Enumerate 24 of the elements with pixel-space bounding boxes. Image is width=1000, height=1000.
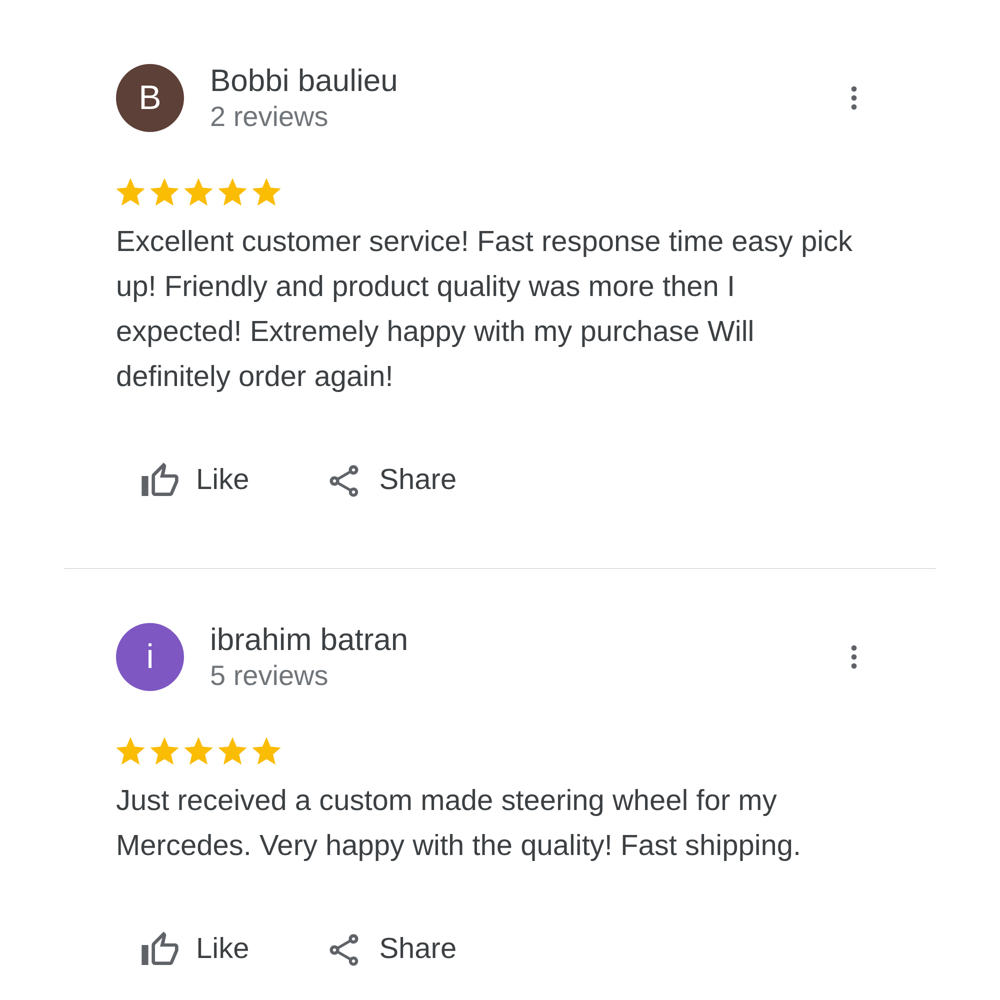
more-vertical-icon: [851, 86, 857, 110]
like-button[interactable]: Like: [140, 925, 250, 975]
star-icon: [252, 737, 281, 765]
star-icon: [218, 737, 247, 765]
reviewer-name[interactable]: Bobbi baulieu: [210, 62, 398, 99]
star-icon: [184, 737, 213, 765]
review-text: Excellent customer service! Fast response time easy pick up! Friendly and product quality was more then I expected! Extremely happy with my purchase Will definitely order again!: [116, 225, 854, 395]
star-icon: [150, 178, 179, 206]
star-icon: [184, 178, 213, 206]
star-icon: [150, 737, 179, 765]
avatar: i: [116, 623, 184, 691]
review-count: 2 reviews: [210, 100, 328, 134]
reviewer-name[interactable]: ibrahim batran: [210, 621, 408, 658]
star-icon: [218, 178, 247, 206]
more-vertical-icon: [851, 645, 857, 669]
share-button[interactable]: Share: [325, 925, 457, 975]
like-button[interactable]: Like: [140, 456, 250, 506]
star-icon: [116, 178, 145, 206]
review-count: 5 reviews: [210, 659, 328, 693]
share-button[interactable]: Share: [325, 456, 457, 506]
avatar: B: [116, 64, 184, 132]
star-icon: [252, 178, 281, 206]
review-text: Just received a custom made steering wheel for my Mercedes. Very happy with the quality! Fast shipping.: [116, 784, 802, 864]
star-icon: [116, 737, 145, 765]
